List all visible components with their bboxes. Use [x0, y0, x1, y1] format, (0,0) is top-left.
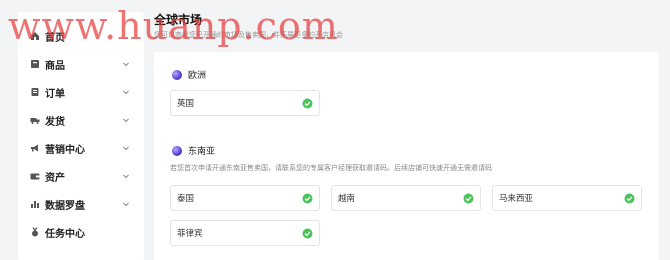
check-circle-icon	[302, 193, 313, 204]
market-card: 欧洲 英国 东南亚 若您首次申请开通东南亚售卖国，请联系您的专属客户经理获取邀请…	[154, 52, 659, 260]
sidebar: 首页 商品 订单 发货 营销中心 资产 数据罗盘 任务中心	[18, 12, 144, 260]
sidebar-item-label: 发货	[45, 116, 65, 128]
sidebar-item-label: 任务中心	[45, 228, 85, 240]
shipping-icon	[30, 115, 40, 125]
chevron-down-icon[interactable]	[122, 60, 130, 68]
sidebar-item-marketing[interactable]: 营销中心	[18, 138, 144, 158]
medal-icon	[30, 227, 40, 237]
chevron-down-icon[interactable]	[122, 144, 130, 152]
country-name: 英国	[177, 99, 195, 109]
sidebar-item-home[interactable]: 首页	[18, 26, 144, 46]
sidebar-item-assets[interactable]: 资产	[18, 166, 144, 186]
check-circle-icon	[302, 98, 313, 109]
home-icon	[30, 31, 40, 41]
globe-icon	[172, 145, 182, 156]
sidebar-item-shipping[interactable]: 发货	[18, 110, 144, 130]
region-name: 欧洲	[188, 71, 207, 81]
country-name: 马来西亚	[499, 194, 534, 204]
chevron-down-icon[interactable]	[122, 172, 130, 180]
country-field-thailand[interactable]: 泰国	[170, 185, 320, 211]
country-field-uk[interactable]: 英国	[170, 90, 320, 116]
app-window: 首页 商品 订单 发货 营销中心 资产 数据罗盘 任务中心 全球市场 您可以查看…	[0, 0, 670, 260]
sidebar-item-label: 订单	[45, 88, 65, 100]
region-note: 若您首次申请开通东南亚售卖国，请联系您的专属客户经理获取邀请码。后续店铺可快速开…	[170, 164, 492, 172]
region-name: 东南亚	[188, 147, 216, 157]
product-icon	[30, 59, 40, 69]
sidebar-item-orders[interactable]: 订单	[18, 82, 144, 102]
region-header-europe: 欧洲	[172, 68, 206, 81]
check-circle-icon	[463, 193, 474, 204]
sidebar-item-products[interactable]: 商品	[18, 54, 144, 74]
globe-icon	[172, 69, 182, 80]
bar-chart-icon	[30, 199, 40, 209]
chevron-down-icon[interactable]	[122, 116, 130, 124]
order-icon	[30, 87, 40, 97]
country-field-malaysia[interactable]: 马来西亚	[492, 185, 642, 211]
chevron-down-icon[interactable]	[122, 200, 130, 208]
country-field-vietnam[interactable]: 越南	[331, 185, 481, 211]
sidebar-item-label: 首页	[45, 32, 65, 44]
wallet-icon	[30, 171, 40, 181]
check-circle-icon	[624, 193, 635, 204]
sidebar-item-label: 商品	[45, 60, 65, 72]
sidebar-item-label: 资产	[45, 172, 65, 184]
sidebar-item-label: 数据罗盘	[45, 200, 85, 212]
country-name: 泰国	[177, 194, 195, 204]
megaphone-icon	[30, 143, 40, 153]
chevron-down-icon[interactable]	[122, 88, 130, 96]
check-circle-icon	[302, 228, 313, 239]
sidebar-item-task-center[interactable]: 任务中心	[18, 222, 144, 242]
country-name: 菲律宾	[177, 229, 203, 239]
country-field-philippines[interactable]: 菲律宾	[170, 220, 320, 246]
region-header-southeast-asia: 东南亚	[172, 144, 215, 157]
country-name: 越南	[338, 194, 356, 204]
page-subtitle: 您可以查看您已开通的市场及售卖国，并拓展更多的开店机会	[154, 31, 343, 39]
page-title: 全球市场	[154, 13, 203, 27]
sidebar-item-data-compass[interactable]: 数据罗盘	[18, 194, 144, 214]
sidebar-item-label: 营销中心	[45, 144, 85, 156]
